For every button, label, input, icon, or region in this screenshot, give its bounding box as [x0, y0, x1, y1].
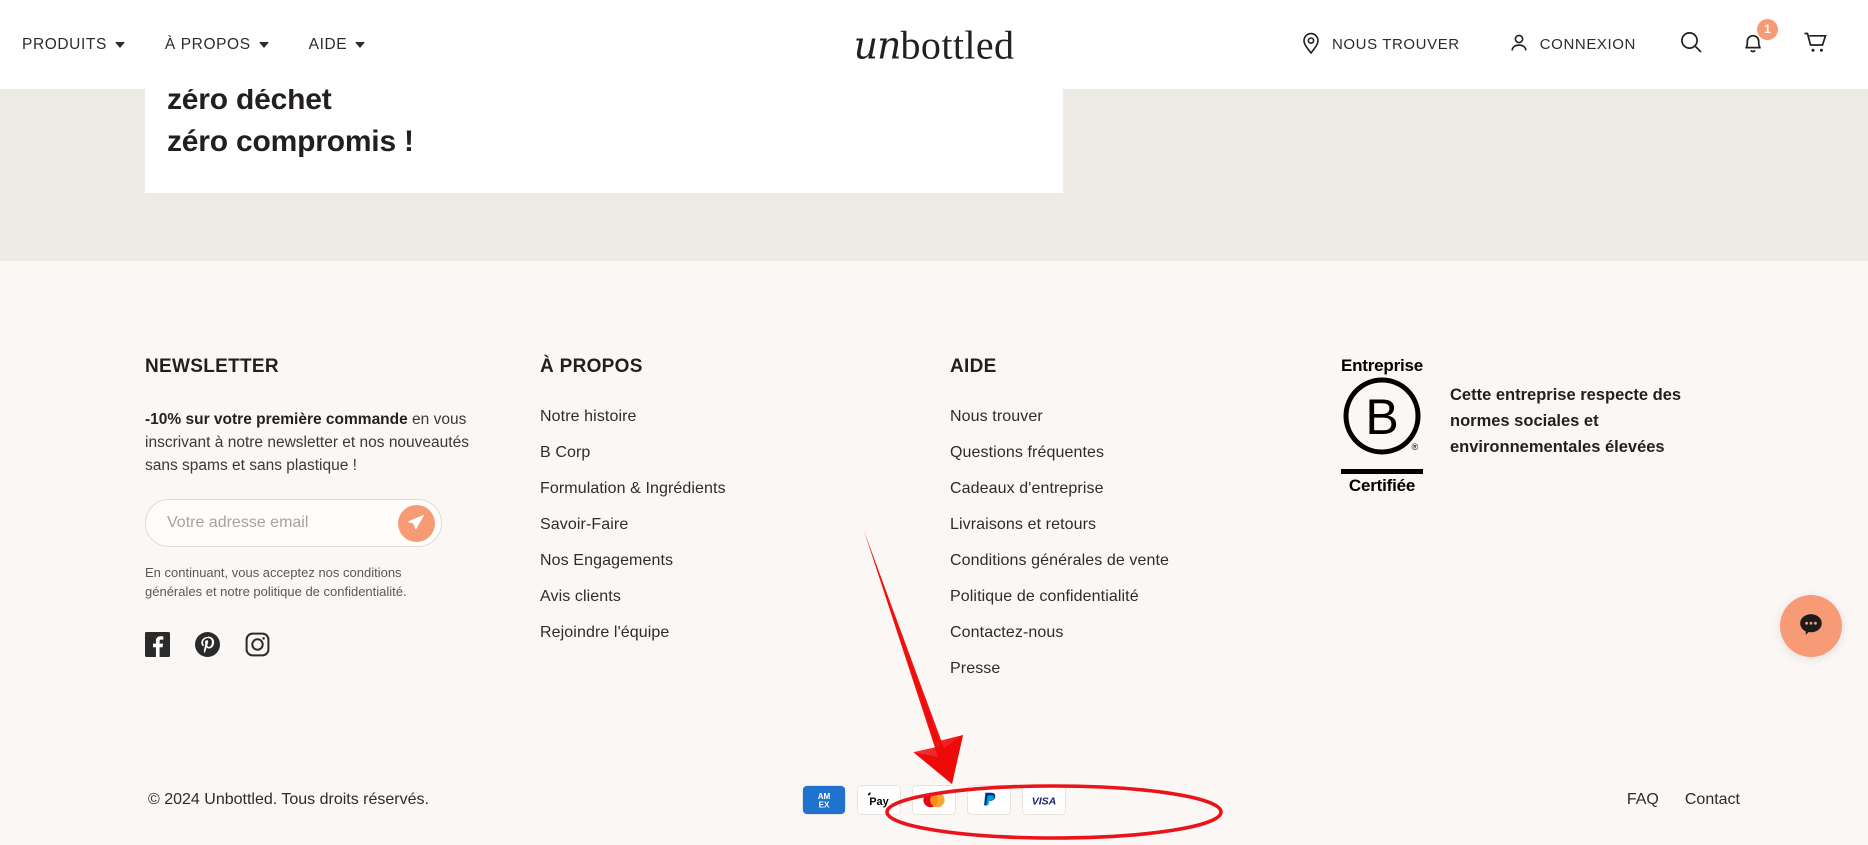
payment-icon-mastercard [912, 785, 956, 815]
payment-icon-apple-pay: Pay [857, 785, 901, 815]
aide-link-questions-frequentes[interactable]: Questions fréquentes [950, 444, 1340, 462]
search-button[interactable] [1660, 29, 1722, 60]
chevron-down-icon [258, 41, 269, 48]
newsletter-email-input[interactable] [146, 501, 376, 545]
bcorp-block: Entreprise B ® Certifiée Cette entrepris… [1340, 356, 1760, 496]
account-login-label: CONNEXION [1539, 36, 1636, 53]
aide-link-nous-trouver[interactable]: Nous trouver [950, 408, 1340, 426]
user-icon [1508, 31, 1530, 59]
footer-columns: NEWSLETTER -10% sur votre première comma… [0, 356, 1868, 678]
about-link-avis-clients[interactable]: Avis clients [540, 588, 950, 606]
nav-item-aide[interactable]: AIDE [309, 36, 366, 54]
about-link-notre-histoire[interactable]: Notre histoire [540, 408, 950, 426]
header-utility-nav: NOUS TROUVER CONNEXION 1 [1276, 18, 1848, 61]
site-header: PRODUITS À PROPOS AIDE unbottled NOUS TR… [0, 0, 1868, 89]
newsletter-form [145, 499, 442, 547]
footer-column-aide: AIDE Nous trouver Questions fréquentes C… [950, 356, 1340, 678]
newsletter-submit-button[interactable] [398, 505, 435, 542]
footer-bottom-bar: © 2024 Unbottled. Tous droits réservés. … [0, 755, 1868, 845]
svg-text:B: B [1365, 389, 1398, 445]
footer-column-bcorp: Entreprise B ® Certifiée Cette entrepris… [1340, 356, 1760, 678]
bcorp-badge: Entreprise B ® Certifiée [1340, 356, 1424, 496]
footer-bottom-links: FAQ Contact [1627, 791, 1740, 809]
nav-item-aide-label: AIDE [308, 35, 348, 53]
instagram-icon[interactable] [245, 632, 270, 657]
aide-link-conditions-generales[interactable]: Conditions générales de vente [950, 552, 1340, 570]
pinterest-icon[interactable] [195, 632, 220, 657]
svg-text:EX: EX [819, 801, 830, 810]
bcorp-top-word: Entreprise [1340, 356, 1424, 375]
paper-plane-icon [407, 513, 426, 535]
facebook-icon[interactable] [145, 632, 170, 657]
location-pin-icon [1300, 31, 1322, 59]
aide-link-presse[interactable]: Presse [950, 660, 1340, 678]
aide-link-cadeaux-entreprise[interactable]: Cadeaux d'entreprise [950, 480, 1340, 498]
newsletter-promo-bold: -10% sur votre première commande [145, 411, 408, 428]
nav-item-produits-label: PRODUITS [22, 35, 107, 53]
aide-title: AIDE [950, 356, 997, 377]
newsletter-description: -10% sur votre première commande en vous… [145, 408, 495, 477]
about-link-nos-engagements[interactable]: Nos Engagements [540, 552, 950, 570]
chat-bubble-icon [1796, 610, 1826, 643]
notifications-button[interactable]: 1 [1722, 18, 1784, 61]
account-login-button[interactable]: CONNEXION [1484, 31, 1660, 59]
bcorp-description: Cette entreprise respecte des normes soc… [1450, 386, 1682, 456]
about-link-formulation-ingredients[interactable]: Formulation & Ingrédients [540, 480, 950, 498]
cart-icon [1802, 29, 1830, 61]
bcorp-b-logo-icon: B ® [1340, 376, 1424, 465]
chevron-down-icon [114, 41, 125, 48]
social-links [145, 632, 540, 657]
svg-text:Pay: Pay [869, 796, 889, 808]
chevron-down-icon [355, 41, 366, 48]
primary-nav: PRODUITS À PROPOS AIDE [22, 36, 366, 54]
store-locator-label: NOUS TROUVER [1331, 36, 1460, 53]
nav-item-a-propos[interactable]: À PROPOS [165, 36, 269, 54]
svg-text:®: ® [1412, 442, 1419, 452]
bcorp-divider-bar [1341, 469, 1423, 474]
newsletter-title: NEWSLETTER [145, 356, 279, 377]
aide-link-politique-confidentialite[interactable]: Politique de confidentialité [950, 588, 1340, 606]
bottom-link-contact[interactable]: Contact [1685, 791, 1740, 809]
promo-card: zéro déchet zéro compromis ! [145, 83, 1063, 193]
bcorp-bottom-word: Certifiée [1348, 476, 1416, 495]
svg-text:VISA: VISA [1032, 795, 1057, 807]
payment-icon-amex: AM EX [802, 785, 846, 815]
nav-item-a-propos-label: À PROPOS [164, 35, 251, 53]
promo-line-2: zéro compromis ! [167, 125, 414, 158]
site-logo[interactable]: unbottled [854, 21, 1015, 68]
aide-link-contactez-nous[interactable]: Contactez-nous [950, 624, 1340, 642]
cart-button[interactable] [1784, 29, 1848, 61]
logo-text-bottled: bottled [900, 22, 1015, 67]
about-link-rejoindre-equipe[interactable]: Rejoindre l'équipe [540, 624, 950, 642]
about-link-savoir-faire[interactable]: Savoir-Faire [540, 516, 950, 534]
about-title: À PROPOS [540, 356, 643, 377]
about-link-b-corp[interactable]: B Corp [540, 444, 950, 462]
newsletter-legal-text: En continuant, vous acceptez nos conditi… [145, 565, 407, 599]
aide-link-livraisons-retours[interactable]: Livraisons et retours [950, 516, 1340, 534]
search-icon [1678, 29, 1704, 60]
payment-methods: AM EX Pay VISA [802, 785, 1066, 815]
footer-column-about: À PROPOS Notre histoire B Corp Formulati… [540, 356, 950, 678]
payment-icon-visa: VISA [1022, 785, 1066, 815]
nav-item-produits[interactable]: PRODUITS [22, 36, 125, 54]
payment-icon-paypal [967, 785, 1011, 815]
notification-badge: 1 [1757, 18, 1778, 40]
logo-text-un: un [853, 23, 902, 67]
page-root: PRODUITS À PROPOS AIDE unbottled NOUS TR… [0, 0, 1868, 845]
footer-column-newsletter: NEWSLETTER -10% sur votre première comma… [145, 356, 540, 678]
chat-widget-button[interactable] [1780, 595, 1842, 657]
site-footer: NEWSLETTER -10% sur votre première comma… [0, 261, 1868, 845]
copyright-text: © 2024 Unbottled. Tous droits réservés. [148, 791, 429, 808]
bottom-link-faq[interactable]: FAQ [1627, 791, 1659, 809]
store-locator-button[interactable]: NOUS TROUVER [1276, 31, 1484, 59]
